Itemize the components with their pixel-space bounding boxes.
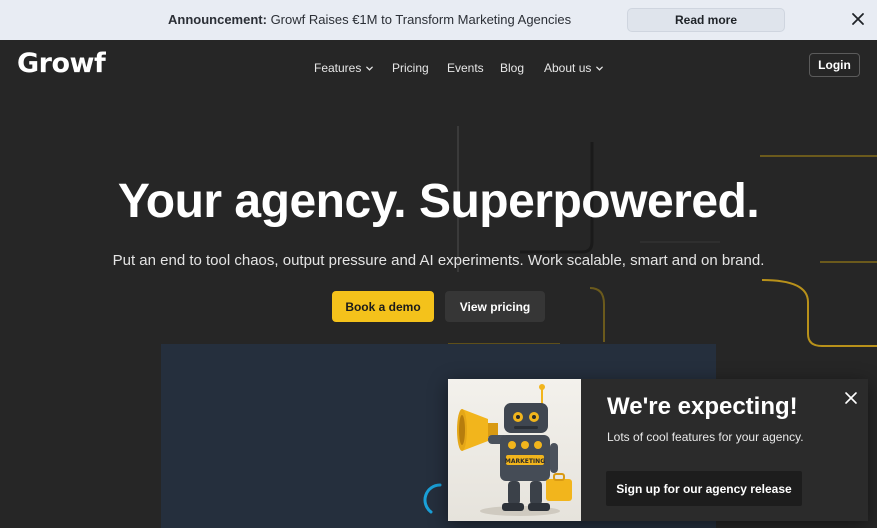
popup-subtitle: Lots of cool features for your agency. [607,430,804,444]
robot-label: MARKETING [505,458,545,465]
release-popup: MARKETING We're expecting! Lots of cool … [448,379,868,521]
nav-item-blog[interactable]: Blog [500,61,524,75]
nav-item-label: Events [447,61,484,75]
agency-release-signup-button[interactable]: Sign up for our agency release [606,471,802,506]
close-icon[interactable] [844,391,858,405]
nav-item-events[interactable]: Events [447,61,484,75]
nav-item-label: Blog [500,61,525,75]
announcement-label: Announcement: [168,12,267,27]
view-pricing-button[interactable]: View pricing [445,291,545,322]
nav-item-features[interactable]: Features [314,61,374,75]
nav-links: Features Pricing Events Blog About us [0,61,877,77]
nav-item-label: Features [314,61,362,75]
chevron-down-icon [596,66,604,71]
chevron-down-icon [366,66,374,71]
read-more-button[interactable]: Read more [627,8,785,32]
popup-title: We're expecting! [607,393,798,420]
book-demo-button[interactable]: Book a demo [332,291,434,322]
robot-illustration: MARKETING [457,384,572,516]
announcement-text: Announcement: Growf Raises €1M to Transf… [168,12,571,27]
nav-item-about-us[interactable]: About us [544,61,604,75]
nav-item-pricing[interactable]: Pricing [392,61,429,75]
announcement-message: Growf Raises €1M to Transform Marketing … [266,12,572,27]
top-nav: Growf Features Pricing Events Blog About… [0,40,877,92]
robot-megaphone-image: MARKETING [448,379,581,521]
hero-title: Your agency. Superpowered. [117,175,760,228]
nav-item-label: Pricing [392,61,429,75]
close-icon[interactable] [849,10,867,28]
announcement-bar: Announcement: Growf Raises €1M to Transf… [0,0,877,40]
nav-item-label: About us [544,61,592,75]
login-button[interactable]: Login [809,53,860,77]
hero-subtitle: Put an end to tool chaos, output pressur… [112,252,765,269]
